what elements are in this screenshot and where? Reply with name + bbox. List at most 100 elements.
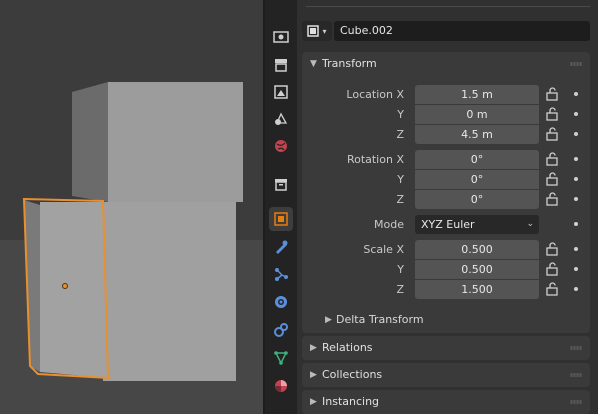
- unlock-icon[interactable]: [545, 172, 559, 186]
- data-icon: [274, 351, 288, 365]
- chevron-down-icon: ▼: [310, 59, 317, 69]
- tab-scene[interactable]: [269, 107, 293, 131]
- view-layer-icon: [274, 85, 288, 99]
- tab-modifier[interactable]: [269, 235, 293, 259]
- tab-data[interactable]: [269, 346, 293, 370]
- collections-title: Collections: [322, 368, 383, 381]
- keyframe-dot-icon[interactable]: [574, 287, 578, 291]
- rotation-mode-value: XYZ Euler: [421, 218, 475, 231]
- location-z-row: Z 4.5 m: [302, 125, 590, 144]
- location-y-field[interactable]: 0 m: [415, 105, 539, 124]
- collections-panel-header[interactable]: ▶ Collections: [302, 363, 590, 387]
- drag-handle-icon[interactable]: [570, 62, 582, 66]
- keyframe-dot-icon[interactable]: [574, 112, 578, 116]
- scale-z-row: Z 1.500: [302, 280, 590, 299]
- scale-z-label: Z: [396, 283, 404, 296]
- 3d-viewport[interactable]: [0, 0, 263, 414]
- output-icon: [275, 59, 287, 72]
- unlock-icon[interactable]: [545, 192, 559, 206]
- instancing-panel: ▶ Instancing: [302, 390, 590, 414]
- tab-collection[interactable]: [269, 172, 293, 196]
- chevron-right-icon: ▶: [310, 397, 317, 407]
- rotation-z-row: Z 0°: [302, 190, 590, 209]
- delta-transform-label: Delta Transform: [336, 313, 424, 326]
- selected-cube-front: [40, 202, 108, 378]
- tab-particles[interactable]: [269, 262, 293, 286]
- scale-y-field[interactable]: 0.500: [415, 260, 539, 279]
- scale-z-field[interactable]: 1.500: [415, 280, 539, 299]
- keyframe-dot-icon[interactable]: [574, 267, 578, 271]
- rotation-mode-row: Mode XYZ Euler ⌄: [302, 215, 590, 234]
- object-name-field[interactable]: Cube.002: [334, 21, 590, 41]
- keyframe-dot-icon[interactable]: [574, 197, 578, 201]
- tab-object[interactable]: [269, 207, 293, 231]
- unlock-icon[interactable]: [545, 262, 559, 276]
- unlock-icon[interactable]: [545, 87, 559, 101]
- keyframe-dot-icon[interactable]: [574, 177, 578, 181]
- scale-y-row: Y 0.500: [302, 260, 590, 279]
- chevron-right-icon: ▶: [310, 343, 317, 353]
- rotation-y-field[interactable]: 0°: [415, 170, 539, 189]
- particles-icon: [275, 268, 288, 281]
- chevron-right-icon: ▶: [310, 370, 317, 380]
- large-cube-front: [103, 202, 236, 381]
- rotation-z-label: Z: [396, 193, 404, 206]
- chevron-right-icon: ▶: [325, 315, 332, 325]
- tab-material[interactable]: [269, 374, 293, 398]
- object-icon: [274, 212, 288, 226]
- properties-panel: ✕ ▾ Cube.002 ▼ Transform Location X 1.5 …: [298, 0, 598, 414]
- rotation-y-label: Y: [397, 173, 404, 186]
- transform-panel-header[interactable]: ▼ Transform: [302, 52, 590, 76]
- unlock-icon[interactable]: [545, 152, 559, 166]
- object-type-dropdown[interactable]: ▾: [302, 21, 332, 41]
- keyframe-dot-icon[interactable]: [574, 92, 578, 96]
- tab-view-layer[interactable]: [269, 80, 293, 104]
- unlock-icon[interactable]: [545, 107, 559, 121]
- constraints-icon: [274, 323, 288, 337]
- scale-x-field[interactable]: 0.500: [415, 240, 539, 259]
- top-cube-side: [72, 82, 108, 202]
- unlock-icon[interactable]: [545, 282, 559, 296]
- delta-transform-subpanel[interactable]: ▶ Delta Transform: [306, 309, 586, 331]
- unlock-icon[interactable]: [545, 242, 559, 256]
- chevron-down-icon: ▾: [322, 26, 327, 36]
- location-z-field[interactable]: 4.5 m: [415, 125, 539, 144]
- properties-tabs: [265, 0, 297, 414]
- top-cube-front: [108, 82, 243, 202]
- unlock-icon[interactable]: [545, 127, 559, 141]
- transform-title: Transform: [322, 57, 377, 70]
- rotation-mode-label: Mode: [374, 218, 404, 231]
- rotation-x-field[interactable]: 0°: [415, 150, 539, 169]
- physics-icon: [275, 296, 287, 308]
- material-icon: [275, 380, 287, 392]
- render-icon: [273, 31, 289, 43]
- location-x-row: Location X 1.5 m: [302, 85, 590, 104]
- keyframe-dot-icon[interactable]: [574, 132, 578, 136]
- mesh-cube-icon: [307, 25, 320, 37]
- location-x-field[interactable]: 1.5 m: [415, 85, 539, 104]
- drag-handle-icon[interactable]: [570, 400, 582, 404]
- close-icon[interactable]: ✕: [582, 0, 590, 3]
- rotation-z-field[interactable]: 0°: [415, 190, 539, 209]
- drag-handle-icon[interactable]: [570, 373, 582, 377]
- relations-panel-header[interactable]: ▶ Relations: [302, 336, 590, 360]
- rotation-mode-dropdown[interactable]: XYZ Euler ⌄: [415, 215, 539, 234]
- keyframe-dot-icon[interactable]: [574, 157, 578, 161]
- collection-icon: [275, 179, 287, 191]
- keyframe-dot-icon[interactable]: [574, 247, 578, 251]
- location-y-label: Y: [397, 108, 404, 121]
- object-origin-dot: [62, 283, 68, 289]
- instancing-panel-header[interactable]: ▶ Instancing: [302, 390, 590, 414]
- collections-panel: ▶ Collections: [302, 363, 590, 387]
- tab-world[interactable]: [269, 134, 293, 158]
- transform-panel: ▼ Transform Location X 1.5 m Y 0 m Z 4.5…: [302, 52, 590, 333]
- keyframe-dot-icon[interactable]: [574, 222, 578, 226]
- tab-constraints[interactable]: [269, 318, 293, 342]
- world-icon: [275, 140, 287, 152]
- properties-header: ✕: [306, 0, 590, 7]
- tab-render[interactable]: [269, 24, 293, 48]
- rotation-y-row: Y 0°: [302, 170, 590, 189]
- tab-output[interactable]: [269, 53, 293, 77]
- tab-physics[interactable]: [269, 290, 293, 314]
- drag-handle-icon[interactable]: [570, 346, 582, 350]
